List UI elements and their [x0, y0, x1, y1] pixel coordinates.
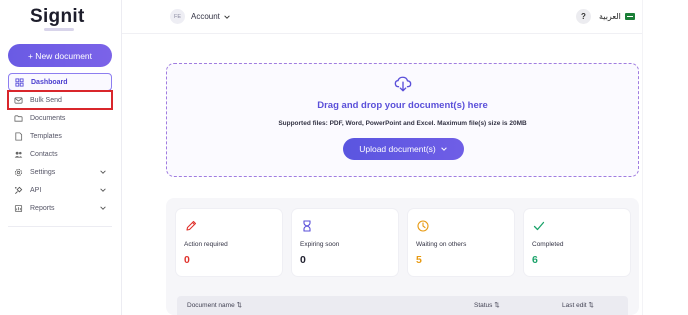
sidebar-item-label: Templates [30, 132, 62, 140]
bulk-send-icon [14, 96, 23, 105]
stat-card-waiting-on-others[interactable]: Waiting on others 5 [408, 209, 514, 276]
column-last-edit[interactable]: Last edit ⇅ [562, 301, 594, 309]
sidebar-item-label: Documents [30, 114, 66, 122]
api-icon [14, 186, 23, 195]
stat-card-completed[interactable]: Completed 6 [524, 209, 630, 276]
sidebar-item-label: API [30, 186, 42, 194]
sidebar-nav: Dashboard Bulk Send Documents Templates … [7, 73, 113, 217]
chevron-down-icon [224, 14, 230, 19]
column-status[interactable]: Status ⇅ [474, 301, 500, 309]
stat-label: Expiring soon [300, 241, 340, 248]
new-document-button[interactable]: + New document [8, 44, 112, 67]
sidebar-item-label: Reports [30, 204, 55, 212]
templates-icon [14, 131, 23, 141]
sidebar-item-contacts[interactable]: Contacts [8, 145, 112, 163]
chevron-down-icon [440, 147, 447, 151]
sidebar-item-bulk-send[interactable]: Bulk Send [7, 90, 113, 110]
chevron-down-icon [100, 170, 106, 174]
right-margin [642, 0, 688, 315]
pencil-icon [186, 220, 197, 231]
sidebar-item-label: Contacts [30, 150, 58, 158]
upload-button-label: Upload document(s) [359, 144, 436, 154]
stat-value: 5 [416, 254, 422, 266]
stat-label: Action required [184, 241, 228, 248]
clock-icon [417, 220, 429, 232]
stats-panel: Action required 0 Expiring soon 0 Waitin… [166, 198, 639, 315]
sidebar-item-dashboard[interactable]: Dashboard [8, 73, 112, 91]
signit-logo[interactable]: Signit [30, 6, 85, 28]
stat-label: Completed [532, 241, 564, 248]
stat-value: 6 [532, 254, 538, 266]
sidebar-item-templates[interactable]: Templates [8, 127, 112, 145]
sidebar-item-label: Settings [30, 168, 56, 176]
stat-card-expiring-soon[interactable]: Expiring soon 0 [292, 209, 398, 276]
upload-dropzone[interactable]: Drag and drop your document(s) here Supp… [166, 63, 639, 177]
chevron-down-icon [100, 206, 106, 210]
stat-label: Waiting on others [416, 241, 467, 248]
account-label: Account [191, 12, 220, 21]
hourglass-icon [303, 220, 311, 232]
stat-card-action-required[interactable]: Action required 0 [176, 209, 282, 276]
dashboard-icon [15, 77, 24, 87]
chevron-down-icon [100, 188, 106, 192]
column-document-name[interactable]: Document name ⇅ [187, 301, 242, 309]
stat-value: 0 [300, 254, 306, 266]
flag-icon [624, 13, 635, 20]
sidebar-item-reports[interactable]: Reports [8, 199, 112, 217]
dropzone-subtitle: Supported files: PDF, Word, PowerPoint a… [278, 120, 527, 127]
stat-value: 0 [184, 254, 190, 266]
sidebar-item-documents[interactable]: Documents [8, 109, 112, 127]
sidebar-item-label: Dashboard [31, 78, 68, 86]
new-document-label: + New document [27, 50, 93, 61]
language-switch[interactable]: العربية [599, 12, 635, 21]
account-menu[interactable]: Account [191, 12, 231, 21]
reports-icon [14, 204, 23, 213]
sidebar-item-settings[interactable]: Settings [8, 163, 112, 181]
avatar[interactable]: FE [170, 9, 185, 24]
sidebar: Signit + New document Dashboard Bulk Sen… [0, 0, 122, 315]
sidebar-item-api[interactable]: API [8, 181, 112, 199]
help-button[interactable]: ? [576, 9, 591, 24]
documents-table-header: Document name ⇅ Status ⇅ Last edit ⇅ [177, 296, 628, 315]
checkmark-icon [533, 221, 545, 231]
sidebar-item-label: Bulk Send [30, 96, 62, 104]
documents-icon [14, 114, 23, 123]
logo-underline [44, 28, 74, 31]
dropzone-title: Drag and drop your document(s) here [317, 100, 488, 111]
cloud-download-icon [394, 76, 412, 92]
gear-icon [14, 168, 23, 177]
contacts-icon [14, 150, 23, 159]
language-label: العربية [599, 12, 621, 21]
top-header: FE Account ? العربية [122, 0, 642, 34]
sidebar-divider [8, 226, 112, 227]
upload-document-button[interactable]: Upload document(s) [343, 138, 464, 160]
